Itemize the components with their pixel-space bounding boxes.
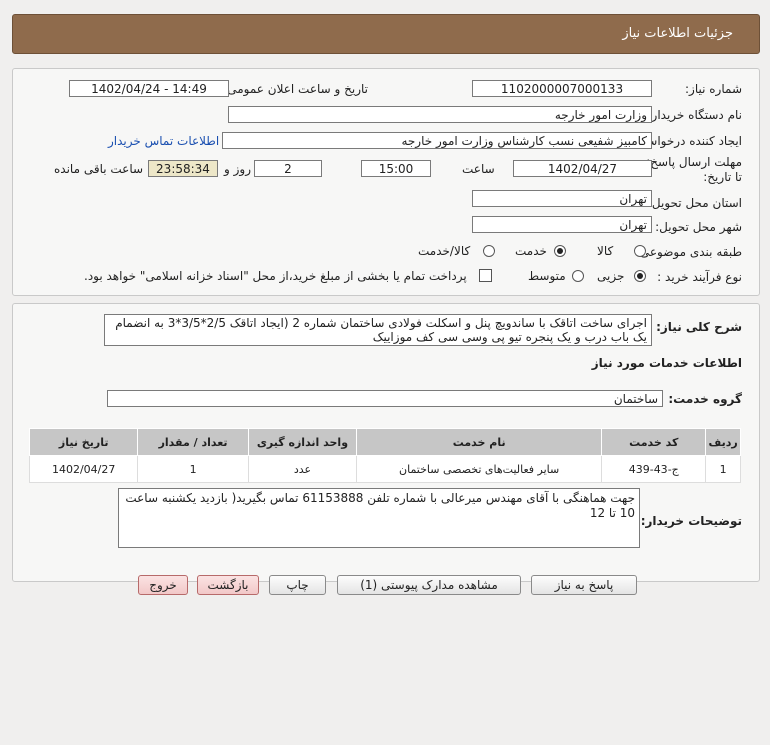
announce-field: 1402/04/24 - 14:49	[69, 80, 229, 97]
category-label: طبقه بندی موضوعی:	[635, 245, 742, 259]
category-radio-goods-service[interactable]	[483, 245, 495, 257]
col-row: ردیف	[705, 428, 741, 456]
services-table: ردیف کد خدمت نام خدمت واحد اندازه گیری ت…	[28, 428, 741, 483]
buyer-notes-text: جهت هماهنگی با آقای مهندس میرعالی با شما…	[118, 488, 640, 548]
category-radio-service[interactable]	[554, 245, 566, 257]
cell-name: سایر فعالیت‌های تخصصی ساختمان	[356, 455, 603, 483]
city-field: تهران	[472, 216, 652, 233]
buyer-notes-label: توضیحات خریدار:	[640, 514, 742, 528]
need-number-field: 1102000007000133	[472, 80, 652, 97]
days-label: روز و	[224, 162, 251, 176]
category-radio-goods[interactable]	[634, 245, 646, 257]
process-option-medium: متوسط	[528, 269, 566, 283]
deadline-time-field: 15:00	[361, 160, 431, 177]
province-field: تهران	[472, 190, 652, 207]
deadline-label: مهلت ارسال پاسخ: تا تاریخ:	[646, 155, 742, 184]
buyer-org-label: نام دستگاه خریدار:	[647, 108, 743, 122]
days-field: 2	[254, 160, 322, 177]
table-row: 1 ج-43-439 سایر فعالیت‌های تخصصی ساختمان…	[28, 455, 741, 483]
description-text: اجرای ساخت اتاقک با ساندویچ پنل و اسکلت …	[104, 314, 652, 346]
services-section-title: اطلاعات خدمات مورد نیاز	[591, 356, 742, 370]
announce-label: تاریخ و ساعت اعلان عمومی:	[223, 82, 368, 96]
category-option-goods: کالا	[597, 244, 614, 258]
services-table-header: ردیف کد خدمت نام خدمت واحد اندازه گیری ت…	[28, 428, 741, 456]
deadline-date-field: 1402/04/27	[513, 160, 652, 177]
col-qty: تعداد / مقدار	[137, 428, 249, 456]
page-header: جزئیات اطلاعات نیاز	[12, 14, 760, 54]
service-group-label: گروه خدمت:	[668, 392, 742, 406]
cell-row: 1	[705, 455, 741, 483]
cell-code: ج-43-439	[601, 455, 707, 483]
description-label: شرح کلی نیاز:	[656, 320, 742, 334]
col-code: کد خدمت	[601, 428, 707, 456]
time-label: ساعت	[462, 162, 495, 176]
service-group-field: ساختمان	[107, 390, 663, 407]
process-radio-medium[interactable]	[572, 270, 584, 282]
remaining-time-field: 23:58:34	[148, 160, 218, 177]
city-label: شهر محل تحویل:	[655, 220, 742, 234]
treasury-checkbox[interactable]	[479, 269, 492, 282]
province-label: استان محل تحویل:	[647, 196, 742, 210]
need-number-label: شماره نیاز:	[685, 82, 742, 96]
cell-qty: 1	[137, 455, 249, 483]
buyer-contact-link[interactable]: اطلاعات تماس خریدار	[108, 134, 219, 148]
requester-field: کامبیز شفیعی نسب کارشناس وزارت امور خارج…	[222, 132, 652, 149]
category-option-goods-service: کالا/خدمت	[418, 244, 471, 258]
reply-button[interactable]: پاسخ به نیاز	[531, 575, 637, 595]
buyer-org-field: وزارت امور خارجه	[228, 106, 652, 123]
process-radio-minor[interactable]	[634, 270, 646, 282]
print-button[interactable]: چاپ	[269, 575, 326, 595]
col-name: نام خدمت	[356, 428, 603, 456]
col-date: تاریخ نیاز	[28, 428, 139, 456]
payment-note: پرداخت تمام یا بخشی از مبلغ خرید،از محل …	[84, 269, 467, 283]
cell-unit: عدد	[247, 455, 358, 483]
back-button[interactable]: بازگشت	[197, 575, 259, 595]
page-title: جزئیات اطلاعات نیاز	[622, 26, 733, 41]
cell-date: 1402/04/27	[28, 455, 139, 483]
col-unit: واحد اندازه گیری	[247, 428, 358, 456]
attachments-button[interactable]: مشاهده مدارک پیوستی (1)	[337, 575, 521, 595]
process-option-minor: جزیی	[597, 269, 625, 283]
process-label: نوع فرآیند خرید :	[657, 270, 742, 284]
category-option-service: خدمت	[515, 244, 547, 258]
exit-button[interactable]: خروج	[138, 575, 188, 595]
remaining-label: ساعت باقی مانده	[54, 162, 144, 176]
